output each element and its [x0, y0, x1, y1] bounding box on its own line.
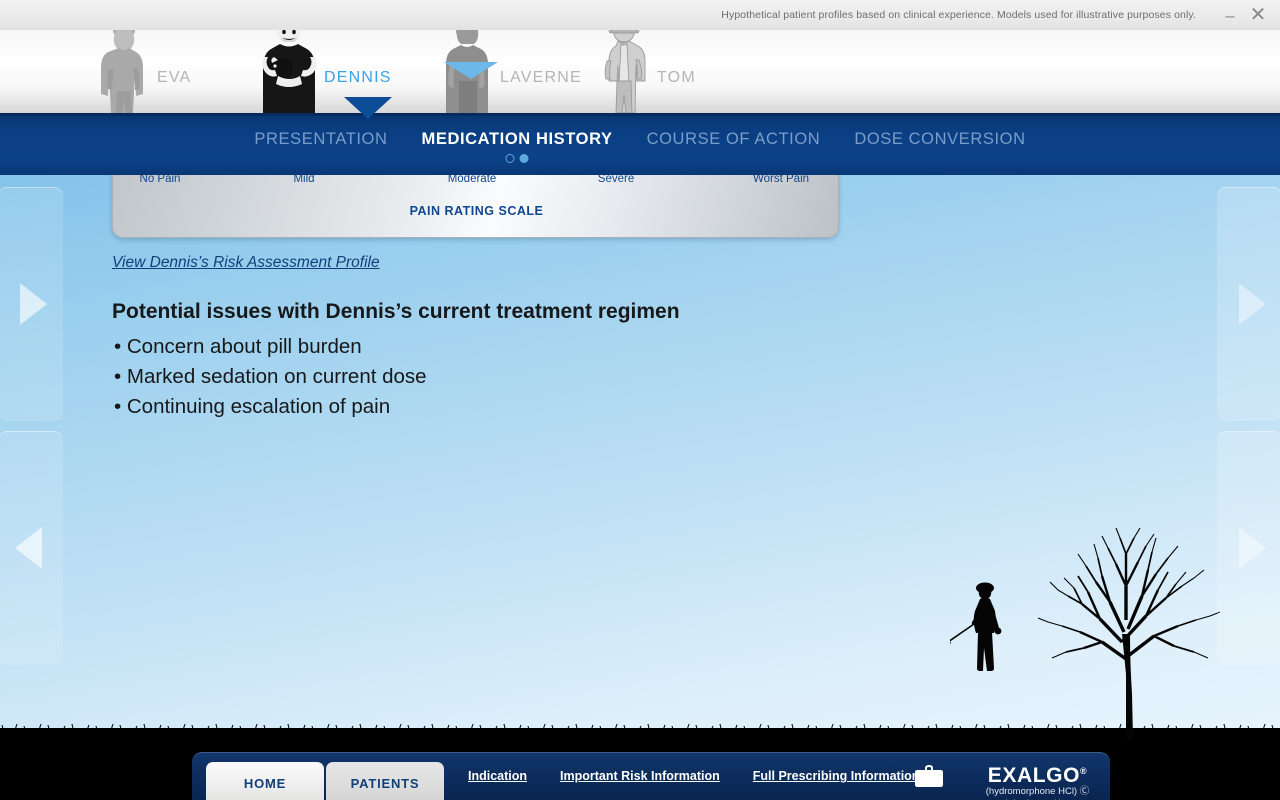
play-left-icon [14, 527, 42, 569]
play-right-icon [1238, 283, 1266, 325]
link-full-prescribing-information[interactable]: Full Prescribing Information [753, 769, 920, 783]
footer-links: Indication Important Risk Information Fu… [468, 769, 919, 783]
avatar [101, 21, 143, 113]
tab-course-of-action[interactable]: COURSE OF ACTION [647, 130, 821, 149]
link-important-risk-information[interactable]: Important Risk Information [560, 769, 720, 783]
pain-scale-title: PAIN RATING SCALE [409, 204, 544, 218]
list-item: • Continuing escalation of pain [114, 395, 391, 418]
tab-label: DOSE CONVERSION [854, 130, 1026, 148]
patient-name: LAVERNE [500, 69, 582, 86]
pagination-dot-1[interactable] [505, 154, 515, 163]
active-patient-pointer-icon [344, 97, 392, 119]
active-tab-pointer-icon [444, 62, 498, 79]
tab-patients[interactable]: PATIENTS [326, 762, 444, 800]
tab-label: PATIENTS [350, 776, 420, 791]
play-right-icon [1238, 527, 1266, 569]
list-item: • Concern about pill burden [114, 335, 362, 358]
side-nav-right-bottom[interactable] [1217, 431, 1280, 665]
grass-strip [0, 720, 1280, 734]
bottom-tabs: HOME PATIENTS [206, 762, 446, 800]
logo-brand-name: EXALGO® [987, 764, 1088, 787]
pagination-dots [505, 154, 529, 163]
play-right-icon [19, 283, 47, 325]
side-nav-right-top[interactable] [1217, 187, 1280, 421]
tab-label: HOME [243, 776, 287, 791]
tab-medication-history[interactable]: MEDICATION HISTORY [421, 130, 613, 163]
list-item: • Marked sedation on current dose [114, 365, 427, 388]
pagination-dot-2[interactable] [519, 154, 529, 163]
close-button[interactable]: ✕ [1244, 4, 1272, 26]
minimize-button[interactable]: – [1216, 4, 1244, 26]
risk-assessment-profile-link[interactable]: View Dennis’s Risk Assessment Profile [112, 254, 380, 272]
tab-label: MEDICATION HISTORY [421, 130, 613, 148]
patient-name: EVA [157, 69, 192, 86]
tab-dose-conversion[interactable]: DOSE CONVERSION [854, 130, 1025, 149]
tab-home[interactable]: HOME [206, 762, 324, 800]
issues-list: • Concern about pill burden • Marked sed… [114, 332, 427, 422]
avatar [262, 21, 317, 113]
briefcase-icon[interactable] [914, 764, 944, 795]
tab-presentation[interactable]: PRESENTATION [254, 130, 387, 149]
pain-scale-tick-labels: No Pain Mild Moderate Severe Worst Pain [113, 173, 840, 189]
disclaimer-text: Hypothetical patient profiles based on c… [721, 9, 1196, 21]
logo-generic-name: (hydromorphone HCl) Ⓒ [985, 786, 1090, 797]
issues-heading: Potential issues with Dennis’s current t… [112, 300, 680, 323]
tab-label: COURSE OF ACTION [646, 130, 821, 148]
application-window: Dennis’s pain rating is 6 (on an 11-poin… [0, 0, 1280, 800]
patient-name: TOM [657, 69, 696, 86]
section-nav-bar: PRESENTATION MEDICATION HISTORY COURSE O… [0, 113, 1280, 175]
bottom-nav-bar: HOME PATIENTS Indication Important Risk … [192, 752, 1110, 800]
side-nav-left-top[interactable] [0, 187, 63, 421]
title-bar: Hypothetical patient profiles based on c… [0, 0, 1280, 30]
tab-label: PRESENTATION [254, 130, 388, 148]
product-logo: EXALGO® (hydromorphone HCl) Ⓒ Extended•R… [975, 761, 1100, 800]
side-nav-left-bottom[interactable] [0, 431, 63, 665]
link-indication[interactable]: Indication [468, 769, 527, 783]
avatar [604, 23, 646, 113]
